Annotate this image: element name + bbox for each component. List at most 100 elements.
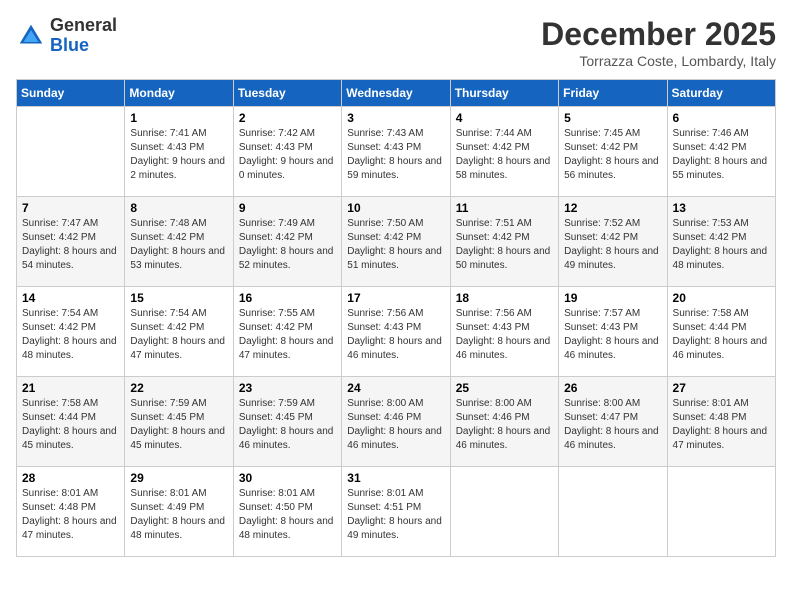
cell-info: Sunrise: 7:42 AMSunset: 4:43 PMDaylight:…	[239, 127, 336, 183]
calendar-table: SundayMondayTuesdayWednesdayThursdayFrid…	[16, 79, 776, 557]
day-cell: 20 Sunrise: 7:58 AMSunset: 4:44 PMDayligh…	[667, 287, 775, 377]
cell-info: Sunrise: 7:58 AMSunset: 4:44 PMDaylight:…	[673, 307, 770, 363]
day-number: 19	[564, 291, 661, 305]
day-number: 12	[564, 201, 661, 215]
day-cell: 9Sunrise: 7:49 AMSunset: 4:42 PMDaylight…	[233, 197, 341, 287]
cell-info: Sunrise: 7:46 AMSunset: 4:42 PMDaylight:…	[673, 127, 770, 183]
week-row-3: 21 Sunrise: 7:58 AMSunset: 4:44 PMDayligh…	[17, 377, 776, 467]
day-cell: 21 Sunrise: 7:58 AMSunset: 4:44 PMDayligh…	[17, 377, 125, 467]
day-cell	[450, 467, 558, 557]
day-cell: 5 Sunrise: 7:45 AMSunset: 4:42 PMDaylight…	[559, 107, 667, 197]
main-title: December 2025	[541, 16, 776, 53]
cell-info: Sunrise: 8:00 AMSunset: 4:47 PMDaylight:…	[564, 397, 661, 453]
day-number: 24	[347, 381, 444, 395]
day-cell: 12 Sunrise: 7:52 AMSunset: 4:42 PMDayligh…	[559, 197, 667, 287]
header-day-tuesday: Tuesday	[233, 80, 341, 107]
cell-info: Sunrise: 7:51 AMSunset: 4:42 PMDaylight:…	[456, 217, 553, 273]
header: General Blue December 2025 Torrazza Cost…	[16, 16, 776, 69]
day-number: 7	[22, 201, 119, 215]
header-day-monday: Monday	[125, 80, 233, 107]
cell-info: Sunrise: 7:58 AMSunset: 4:44 PMDaylight:…	[22, 397, 119, 453]
cell-info: Sunrise: 7:52 AMSunset: 4:42 PMDaylight:…	[564, 217, 661, 273]
day-cell: 19 Sunrise: 7:57 AMSunset: 4:43 PMDayligh…	[559, 287, 667, 377]
day-number: 13	[673, 201, 770, 215]
day-cell: 29 Sunrise: 8:01 AMSunset: 4:49 PMDayligh…	[125, 467, 233, 557]
day-cell: 31 Sunrise: 8:01 AMSunset: 4:51 PMDayligh…	[342, 467, 450, 557]
cell-info: Sunrise: 7:41 AMSunset: 4:43 PMDaylight:…	[130, 127, 227, 183]
day-cell: 1Sunrise: 7:41 AMSunset: 4:43 PMDaylight…	[125, 107, 233, 197]
calendar-header: SundayMondayTuesdayWednesdayThursdayFrid…	[17, 80, 776, 107]
day-number: 5	[564, 111, 661, 125]
day-number: 29	[130, 471, 227, 485]
day-number: 21	[22, 381, 119, 395]
cell-info: Sunrise: 8:01 AMSunset: 4:49 PMDaylight:…	[130, 487, 227, 543]
day-cell: 30Sunrise: 8:01 AMSunset: 4:50 PMDayligh…	[233, 467, 341, 557]
day-cell: 10Sunrise: 7:50 AMSunset: 4:42 PMDayligh…	[342, 197, 450, 287]
day-number: 8	[130, 201, 227, 215]
cell-info: Sunrise: 7:53 AMSunset: 4:42 PMDaylight:…	[673, 217, 770, 273]
day-number: 20	[673, 291, 770, 305]
day-number: 31	[347, 471, 444, 485]
week-row-0: 1Sunrise: 7:41 AMSunset: 4:43 PMDaylight…	[17, 107, 776, 197]
cell-info: Sunrise: 7:45 AMSunset: 4:42 PMDaylight:…	[564, 127, 661, 183]
day-number: 27	[673, 381, 770, 395]
cell-info: Sunrise: 7:59 AMSunset: 4:45 PMDaylight:…	[239, 397, 336, 453]
week-row-4: 28 Sunrise: 8:01 AMSunset: 4:48 PMDayligh…	[17, 467, 776, 557]
day-cell: 25 Sunrise: 8:00 AMSunset: 4:46 PMDayligh…	[450, 377, 558, 467]
header-day-thursday: Thursday	[450, 80, 558, 107]
cell-info: Sunrise: 7:55 AMSunset: 4:42 PMDaylight:…	[239, 307, 336, 363]
day-number: 28	[22, 471, 119, 485]
day-cell: 15 Sunrise: 7:54 AMSunset: 4:42 PMDayligh…	[125, 287, 233, 377]
calendar-body: 1Sunrise: 7:41 AMSunset: 4:43 PMDaylight…	[17, 107, 776, 557]
cell-info: Sunrise: 7:56 AMSunset: 4:43 PMDaylight:…	[347, 307, 444, 363]
cell-info: Sunrise: 8:01 AMSunset: 4:48 PMDaylight:…	[673, 397, 770, 453]
cell-info: Sunrise: 8:01 AMSunset: 4:51 PMDaylight:…	[347, 487, 444, 543]
logo-icon	[16, 21, 46, 51]
cell-info: Sunrise: 7:59 AMSunset: 4:45 PMDaylight:…	[130, 397, 227, 453]
day-cell: 14 Sunrise: 7:54 AMSunset: 4:42 PMDayligh…	[17, 287, 125, 377]
day-cell: 11 Sunrise: 7:51 AMSunset: 4:42 PMDayligh…	[450, 197, 558, 287]
day-number: 14	[22, 291, 119, 305]
day-cell: 27 Sunrise: 8:01 AMSunset: 4:48 PMDayligh…	[667, 377, 775, 467]
day-cell: 22Sunrise: 7:59 AMSunset: 4:45 PMDayligh…	[125, 377, 233, 467]
title-area: December 2025 Torrazza Coste, Lombardy, …	[541, 16, 776, 69]
day-number: 23	[239, 381, 336, 395]
day-cell: 6 Sunrise: 7:46 AMSunset: 4:42 PMDaylight…	[667, 107, 775, 197]
day-cell: 13 Sunrise: 7:53 AMSunset: 4:42 PMDayligh…	[667, 197, 775, 287]
day-number: 9	[239, 201, 336, 215]
day-cell: 17 Sunrise: 7:56 AMSunset: 4:43 PMDayligh…	[342, 287, 450, 377]
logo: General Blue	[16, 16, 117, 56]
cell-info: Sunrise: 7:56 AMSunset: 4:43 PMDaylight:…	[456, 307, 553, 363]
day-cell	[667, 467, 775, 557]
day-cell: 24 Sunrise: 8:00 AMSunset: 4:46 PMDayligh…	[342, 377, 450, 467]
cell-info: Sunrise: 8:01 AMSunset: 4:50 PMDaylight:…	[239, 487, 336, 543]
day-number: 17	[347, 291, 444, 305]
cell-info: Sunrise: 7:47 AMSunset: 4:42 PMDaylight:…	[22, 217, 119, 273]
day-number: 10	[347, 201, 444, 215]
day-cell: 2 Sunrise: 7:42 AMSunset: 4:43 PMDaylight…	[233, 107, 341, 197]
day-cell: 7 Sunrise: 7:47 AMSunset: 4:42 PMDaylight…	[17, 197, 125, 287]
header-day-wednesday: Wednesday	[342, 80, 450, 107]
day-number: 2	[239, 111, 336, 125]
cell-info: Sunrise: 8:01 AMSunset: 4:48 PMDaylight:…	[22, 487, 119, 543]
day-number: 25	[456, 381, 553, 395]
cell-info: Sunrise: 8:00 AMSunset: 4:46 PMDaylight:…	[347, 397, 444, 453]
cell-info: Sunrise: 7:54 AMSunset: 4:42 PMDaylight:…	[22, 307, 119, 363]
day-number: 16	[239, 291, 336, 305]
header-row: SundayMondayTuesdayWednesdayThursdayFrid…	[17, 80, 776, 107]
day-number: 6	[673, 111, 770, 125]
cell-info: Sunrise: 7:54 AMSunset: 4:42 PMDaylight:…	[130, 307, 227, 363]
day-cell	[17, 107, 125, 197]
day-number: 15	[130, 291, 227, 305]
day-number: 11	[456, 201, 553, 215]
day-cell: 23 Sunrise: 7:59 AMSunset: 4:45 PMDayligh…	[233, 377, 341, 467]
day-cell: 18 Sunrise: 7:56 AMSunset: 4:43 PMDayligh…	[450, 287, 558, 377]
subtitle: Torrazza Coste, Lombardy, Italy	[541, 53, 776, 69]
header-day-sunday: Sunday	[17, 80, 125, 107]
header-day-friday: Friday	[559, 80, 667, 107]
cell-info: Sunrise: 8:00 AMSunset: 4:46 PMDaylight:…	[456, 397, 553, 453]
cell-info: Sunrise: 7:57 AMSunset: 4:43 PMDaylight:…	[564, 307, 661, 363]
logo-blue: Blue	[50, 35, 89, 55]
day-cell	[559, 467, 667, 557]
day-number: 18	[456, 291, 553, 305]
